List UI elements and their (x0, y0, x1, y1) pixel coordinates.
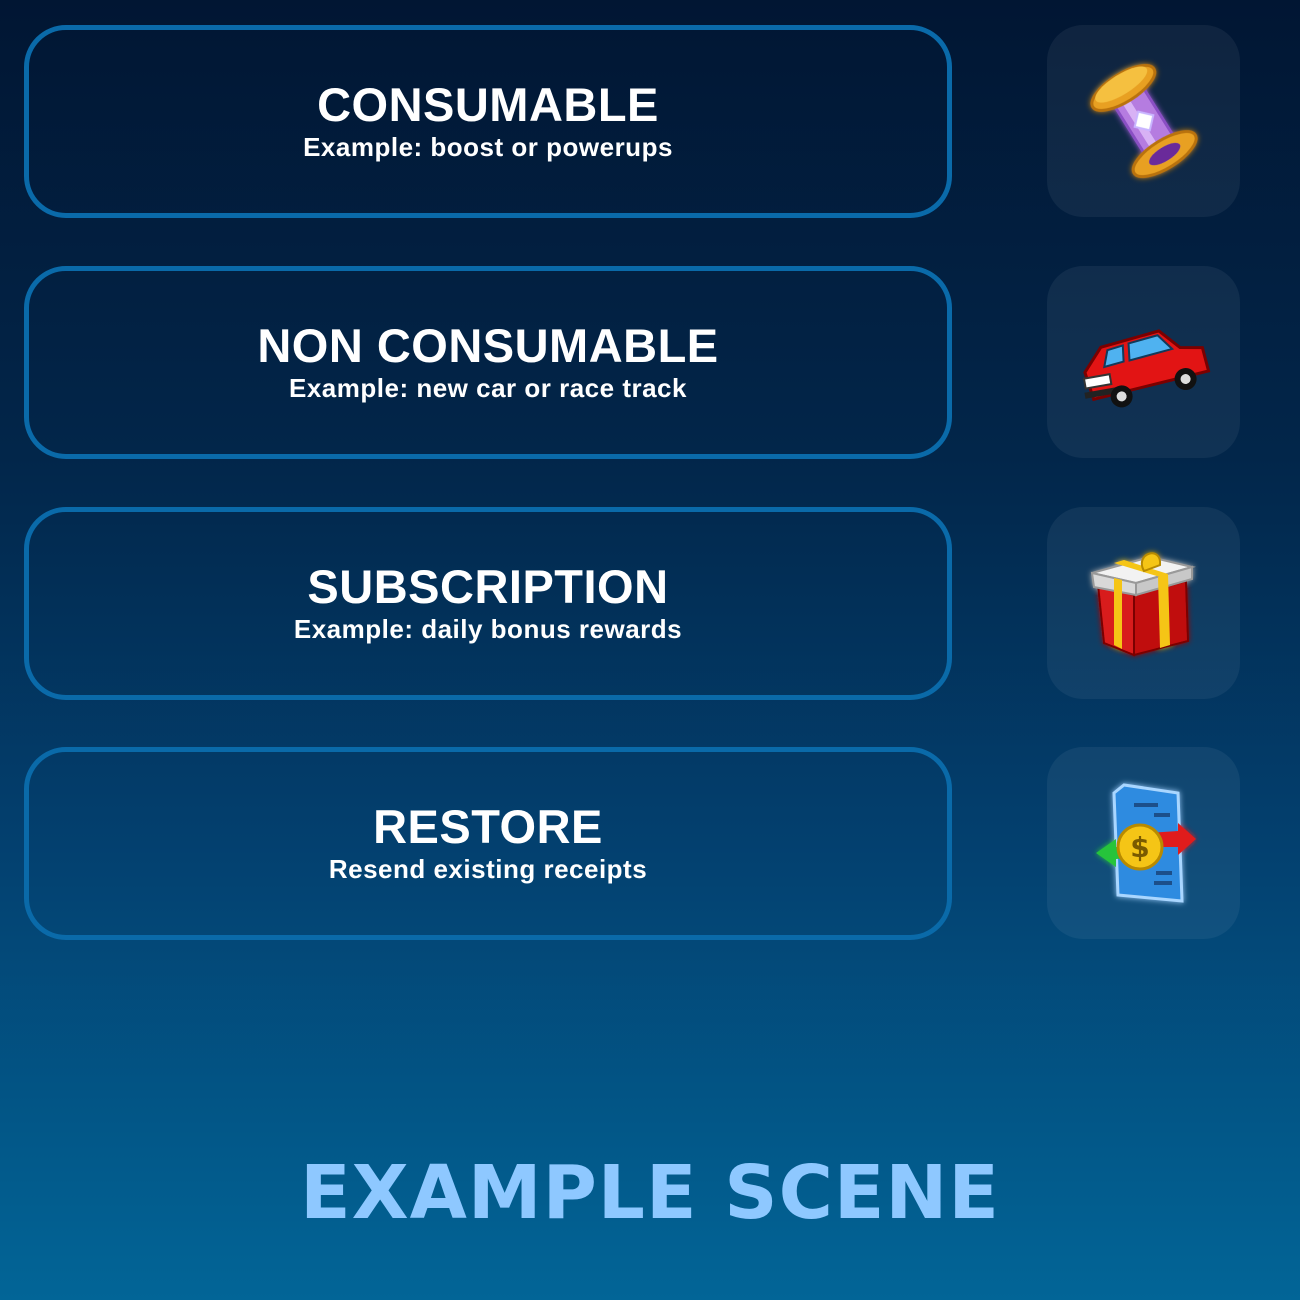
non-consumable-icon-tile (1047, 266, 1240, 458)
restore-button[interactable]: RESTORE Resend existing receipts (24, 747, 952, 940)
non-consumable-button[interactable]: NON CONSUMABLE Example: new car or race … (24, 266, 952, 459)
receipt-restore-icon: $ (1095, 783, 1196, 903)
option-subtitle: Example: boost or powerups (303, 132, 673, 163)
option-subtitle: Example: new car or race track (289, 373, 687, 404)
purchase-options-list: CONSUMABLE Example: boost or powerups NO… (0, 0, 1300, 960)
gift-icon (1090, 552, 1196, 657)
option-title: SUBSCRIPTION (307, 560, 669, 614)
restore-icon-tile: $ (1047, 747, 1240, 939)
consumable-icon-tile (1047, 25, 1240, 217)
consumable-button[interactable]: CONSUMABLE Example: boost or powerups (24, 25, 952, 218)
option-title: CONSUMABLE (317, 78, 659, 132)
svg-text:$: $ (1130, 831, 1149, 864)
option-row-non-consumable: NON CONSUMABLE Example: new car or race … (24, 266, 1240, 459)
option-title: RESTORE (373, 800, 603, 854)
option-row-subscription: SUBSCRIPTION Example: daily bonus reward… (24, 507, 1240, 700)
car-icon (1082, 329, 1210, 408)
subscription-icon-tile (1047, 507, 1240, 699)
subscription-button[interactable]: SUBSCRIPTION Example: daily bonus reward… (24, 507, 952, 700)
scene-title: EXAMPLE SCENE (300, 1150, 1000, 1236)
option-subtitle: Resend existing receipts (328, 854, 648, 885)
powerup-icon (1089, 63, 1198, 179)
option-row-consumable: CONSUMABLE Example: boost or powerups (24, 25, 1240, 218)
option-title: NON CONSUMABLE (257, 319, 719, 373)
option-row-restore: RESTORE Resend existing receipts $ (24, 747, 1240, 940)
option-subtitle: Example: daily bonus rewards (293, 614, 683, 645)
